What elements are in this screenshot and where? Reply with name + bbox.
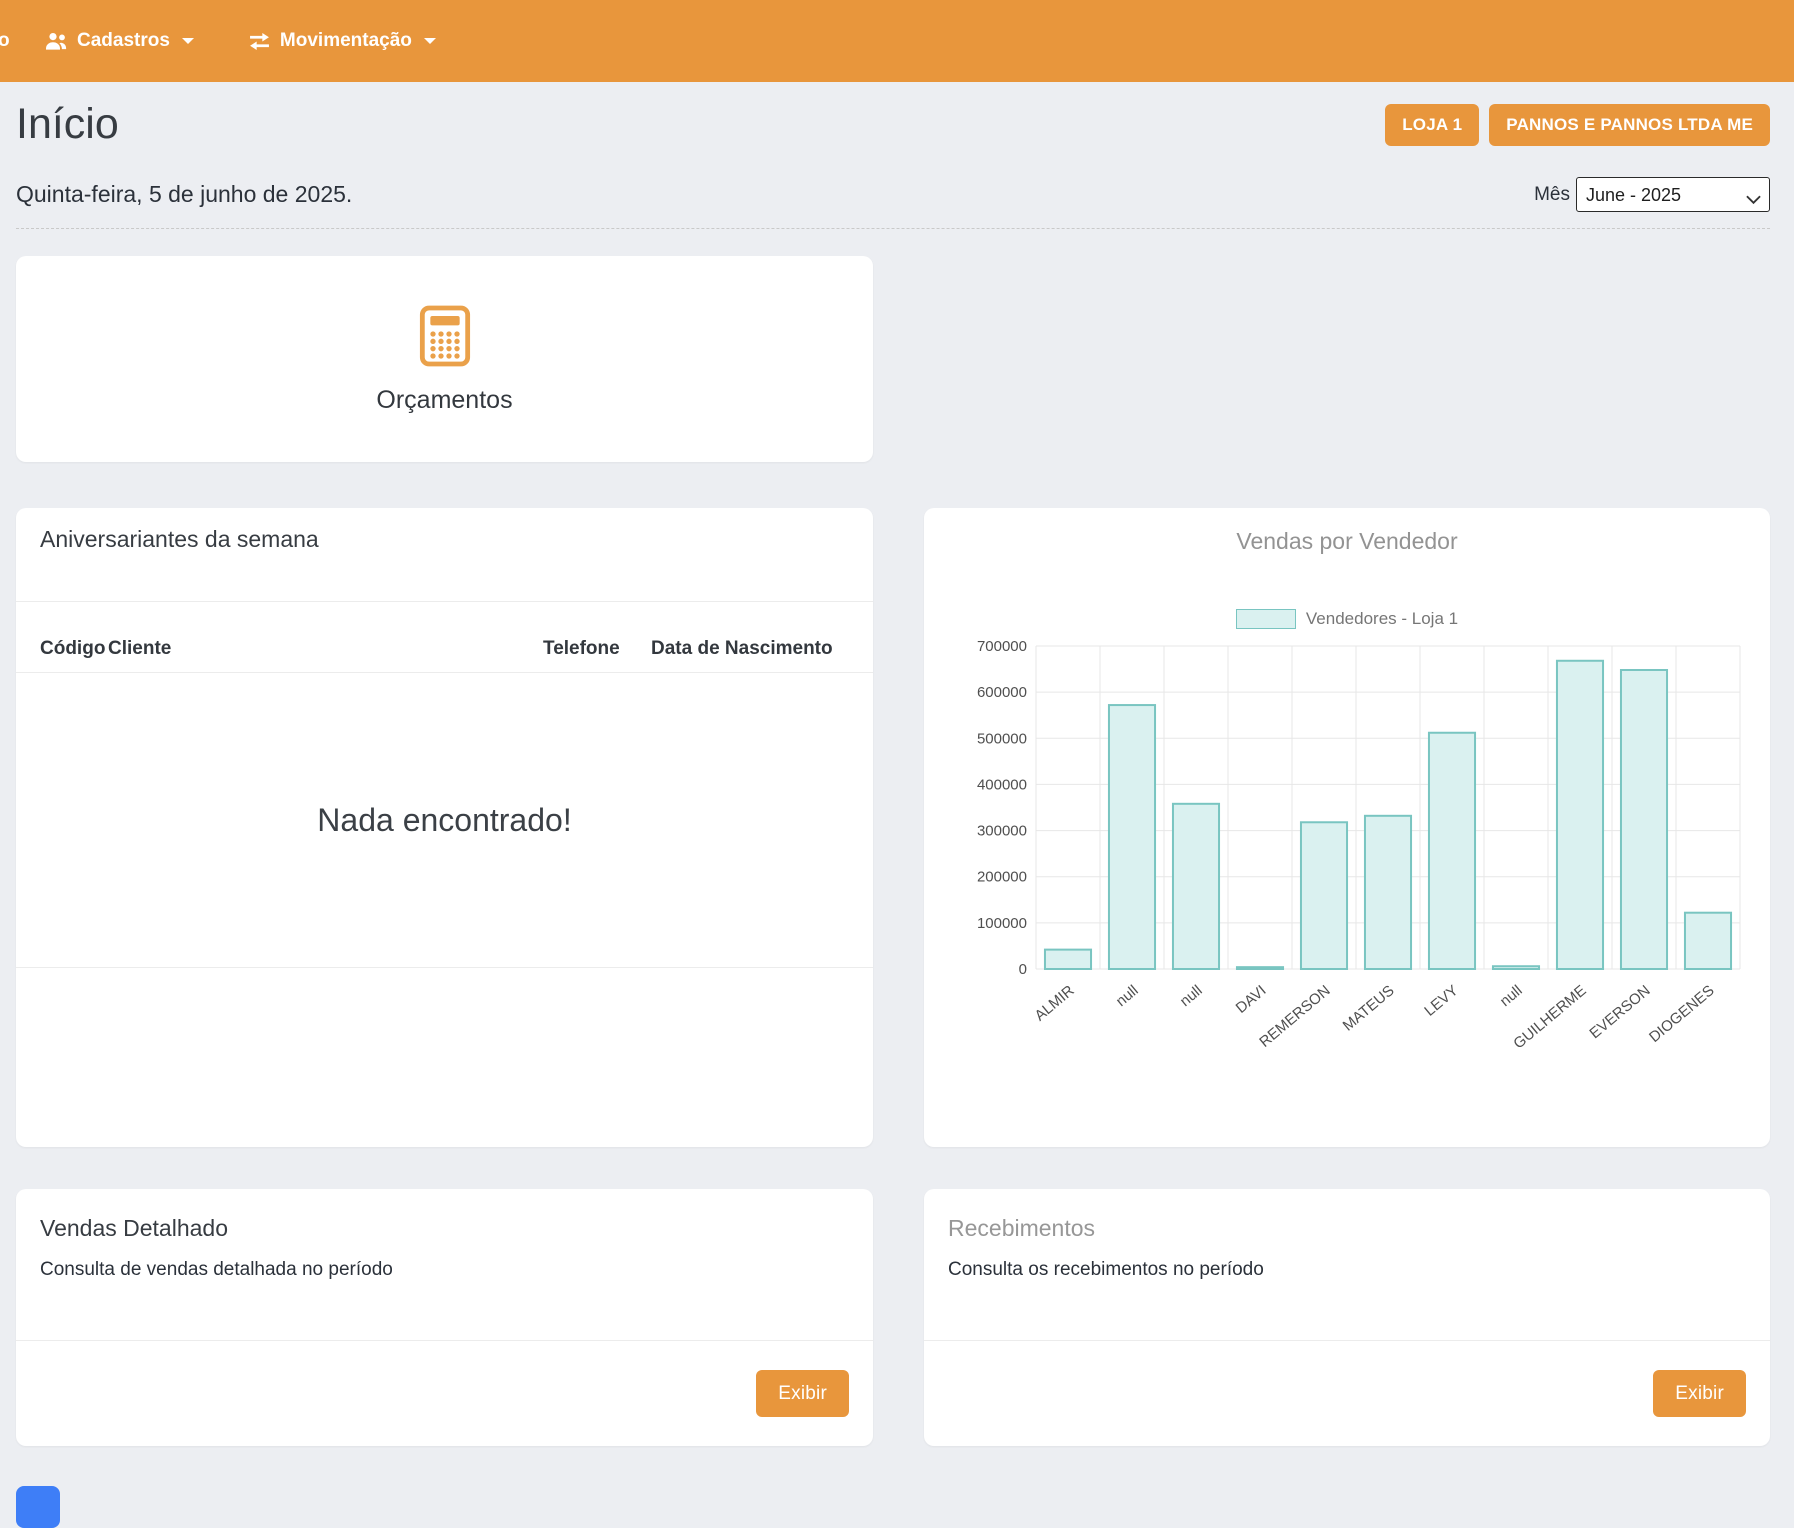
vendas-detalhado-subtitle: Consulta de vendas detalhada no período xyxy=(40,1259,849,1281)
birthdays-header: Aniversariantes da semana xyxy=(16,508,873,553)
svg-text:200000: 200000 xyxy=(977,869,1027,886)
chevron-down-icon xyxy=(424,38,436,44)
current-date: Quinta-feira, 5 de junho de 2025. xyxy=(16,181,352,208)
dashed-divider xyxy=(16,228,1770,229)
birthdays-table-header: Código Cliente Telefone Data de Nascimen… xyxy=(16,602,873,673)
month-label: Mês xyxy=(1534,184,1570,206)
birthdays-table-body: Nada encontrado! xyxy=(16,673,873,967)
svg-text:REMERSON: REMERSON xyxy=(1256,982,1333,1051)
navbar-item-movimentacao[interactable]: Movimentação xyxy=(226,30,458,52)
bottom-left-button[interactable] xyxy=(16,1486,60,1528)
navbar-item-label: Movimentação xyxy=(280,30,412,52)
navbar-item-partial[interactable]: o xyxy=(0,30,12,52)
date-row: Quinta-feira, 5 de junho de 2025. Mês Ju… xyxy=(16,177,1770,212)
svg-text:null: null xyxy=(1497,982,1526,1010)
page-content: Início LOJA 1 PANNOS E PANNOS LTDA ME Qu… xyxy=(0,100,1794,1446)
column-header-codigo: Código xyxy=(40,638,108,660)
recebimentos-card: Recebimentos Consulta os recebimentos no… xyxy=(924,1189,1770,1446)
birthdays-card: Aniversariantes da semana Código Cliente… xyxy=(16,508,873,1147)
legend-label: Vendedores - Loja 1 xyxy=(1306,609,1458,629)
svg-text:500000: 500000 xyxy=(977,730,1027,747)
company-button[interactable]: PANNOS E PANNOS LTDA ME xyxy=(1489,104,1770,146)
vendas-detalhado-footer: Exibir xyxy=(16,1340,873,1446)
svg-text:EVERSON: EVERSON xyxy=(1586,982,1653,1042)
svg-text:MATEUS: MATEUS xyxy=(1340,982,1398,1034)
column-header-cliente: Cliente xyxy=(108,638,543,660)
legend-swatch xyxy=(1236,609,1296,629)
sales-chart-card: Vendas por Vendedor Vendedores - Loja 1 … xyxy=(924,508,1770,1147)
exibir-vendas-button[interactable]: Exibir xyxy=(756,1370,849,1417)
store-button[interactable]: LOJA 1 xyxy=(1385,104,1479,146)
column-header-nascimento: Data de Nascimento xyxy=(651,638,849,660)
svg-text:null: null xyxy=(1177,982,1206,1010)
empty-message: Nada encontrado! xyxy=(317,802,571,839)
exibir-recebimentos-button[interactable]: Exibir xyxy=(1653,1370,1746,1417)
bar-chart: 0 100000 200000 300000 400000 500000 600000 700… xyxy=(944,638,1750,1080)
orcamentos-card[interactable]: Orçamentos xyxy=(16,256,873,462)
recebimentos-footer: Exibir xyxy=(924,1340,1770,1446)
navbar-item-cadastros[interactable]: Cadastros xyxy=(22,30,216,52)
column-header-telefone: Telefone xyxy=(543,638,651,660)
top-navbar: o Cadastros Movimentação xyxy=(0,0,1794,82)
vendas-detalhado-card: Vendas Detalhado Consulta de vendas deta… xyxy=(16,1189,873,1446)
svg-text:ALMIR: ALMIR xyxy=(1032,982,1078,1025)
month-picker: Mês June - 2025 xyxy=(1534,177,1770,212)
middle-row: Aniversariantes da semana Código Cliente… xyxy=(16,508,1770,1147)
vendas-detalhado-title: Vendas Detalhado xyxy=(40,1215,849,1242)
month-select-wrap: June - 2025 xyxy=(1576,177,1770,212)
svg-text:300000: 300000 xyxy=(977,823,1027,840)
svg-text:100000: 100000 xyxy=(977,915,1027,932)
recebimentos-title: Recebimentos xyxy=(948,1215,1746,1242)
svg-text:LEVY: LEVY xyxy=(1421,982,1461,1020)
svg-text:DAVI: DAVI xyxy=(1233,982,1270,1017)
navbar-item-label: Cadastros xyxy=(77,30,170,52)
svg-text:DIOGENES: DIOGENES xyxy=(1646,982,1718,1046)
birthdays-title: Aniversariantes da semana xyxy=(40,526,849,553)
month-select[interactable]: June - 2025 xyxy=(1576,177,1770,212)
chart-title: Vendas por Vendedor xyxy=(944,528,1750,555)
users-icon xyxy=(44,31,68,51)
recebimentos-subtitle: Consulta os recebimentos no período xyxy=(948,1259,1746,1281)
birthdays-card-footer xyxy=(16,967,873,1147)
recebimentos-body: Recebimentos Consulta os recebimentos no… xyxy=(924,1189,1770,1340)
svg-text:400000: 400000 xyxy=(977,776,1027,793)
svg-text:600000: 600000 xyxy=(977,684,1027,701)
header-row: Início LOJA 1 PANNOS E PANNOS LTDA ME xyxy=(16,100,1770,149)
svg-text:700000: 700000 xyxy=(977,638,1027,655)
page-title: Início xyxy=(16,100,119,149)
exchange-icon xyxy=(248,33,271,50)
calculator-icon xyxy=(413,304,477,373)
svg-text:null: null xyxy=(1113,982,1142,1010)
chart-legend[interactable]: Vendedores - Loja 1 xyxy=(1236,609,1458,629)
chevron-down-icon xyxy=(182,38,194,44)
bottom-row: Vendas Detalhado Consulta de vendas deta… xyxy=(16,1189,1770,1446)
orcamentos-label: Orçamentos xyxy=(376,386,512,415)
vendas-detalhado-body: Vendas Detalhado Consulta de vendas deta… xyxy=(16,1189,873,1340)
header-buttons: LOJA 1 PANNOS E PANNOS LTDA ME xyxy=(1385,104,1770,146)
svg-text:0: 0 xyxy=(1019,961,1027,978)
